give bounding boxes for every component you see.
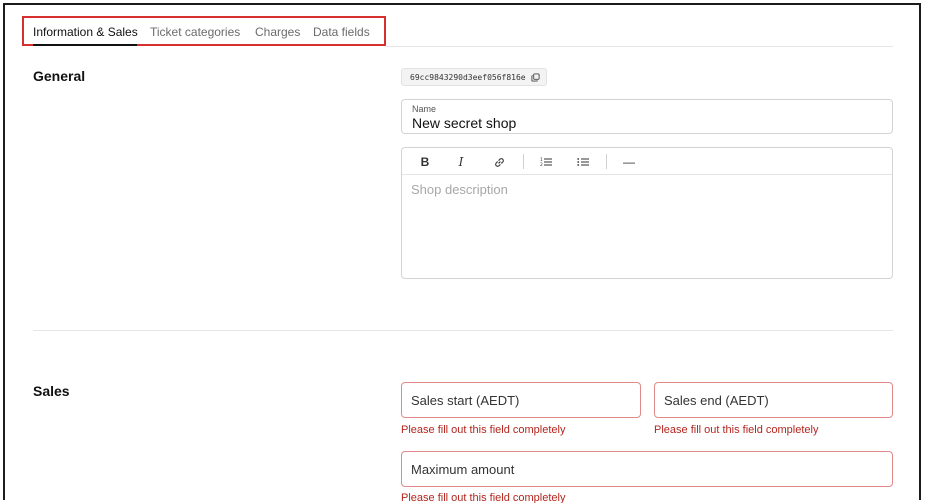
general-section-title: General	[33, 68, 86, 84]
link-icon	[494, 157, 504, 167]
tab-information-sales[interactable]: Information & Sales	[33, 25, 138, 39]
sales-end-error: Please fill out this field completely	[654, 424, 819, 436]
italic-button[interactable]: I	[453, 154, 469, 170]
toolbar-separator	[523, 154, 524, 169]
horizontal-rule-button[interactable]: —	[621, 154, 637, 170]
tab-ticket-categories[interactable]: Ticket categories	[150, 25, 240, 39]
sales-end-placeholder: Sales end (AEDT)	[664, 393, 769, 408]
bold-button[interactable]: B	[417, 154, 433, 170]
toolbar-separator	[606, 154, 607, 169]
copy-icon[interactable]	[531, 72, 540, 82]
shop-id: 69cc9843290d3eef056f816e	[410, 72, 526, 82]
maximum-amount-input[interactable]: Maximum amount	[401, 451, 893, 487]
svg-text:2: 2	[540, 162, 543, 168]
tabs-divider	[386, 46, 893, 47]
sales-start-input[interactable]: Sales start (AEDT)	[401, 382, 641, 418]
bullet-list-icon	[576, 158, 589, 166]
maximum-amount-placeholder: Maximum amount	[411, 462, 515, 477]
name-field-label: Name	[412, 104, 437, 114]
maximum-amount-error: Please fill out this field completely	[401, 492, 566, 503]
editor-toolbar: B I 1 2 —	[402, 148, 892, 175]
section-divider	[33, 330, 893, 331]
link-button[interactable]	[491, 154, 507, 170]
tab-data-fields[interactable]: Data fields	[313, 25, 370, 39]
sales-end-input[interactable]: Sales end (AEDT)	[654, 382, 893, 418]
active-tab-indicator	[33, 44, 137, 46]
name-field-value: New secret shop	[412, 115, 517, 131]
sales-start-placeholder: Sales start (AEDT)	[411, 393, 520, 408]
ordered-list-button[interactable]: 1 2	[538, 154, 554, 170]
description-editor[interactable]: B I 1 2 — Shop description	[401, 147, 893, 279]
tab-charges[interactable]: Charges	[255, 25, 300, 39]
shop-id-chip[interactable]: 69cc9843290d3eef056f816e	[401, 68, 547, 86]
sales-start-error: Please fill out this field completely	[401, 424, 566, 436]
sales-section-title: Sales	[33, 383, 70, 399]
bullet-list-button[interactable]	[575, 154, 591, 170]
name-field[interactable]: Name New secret shop	[401, 99, 893, 134]
description-placeholder: Shop description	[411, 182, 508, 197]
ordered-list-icon: 1 2	[540, 157, 552, 168]
